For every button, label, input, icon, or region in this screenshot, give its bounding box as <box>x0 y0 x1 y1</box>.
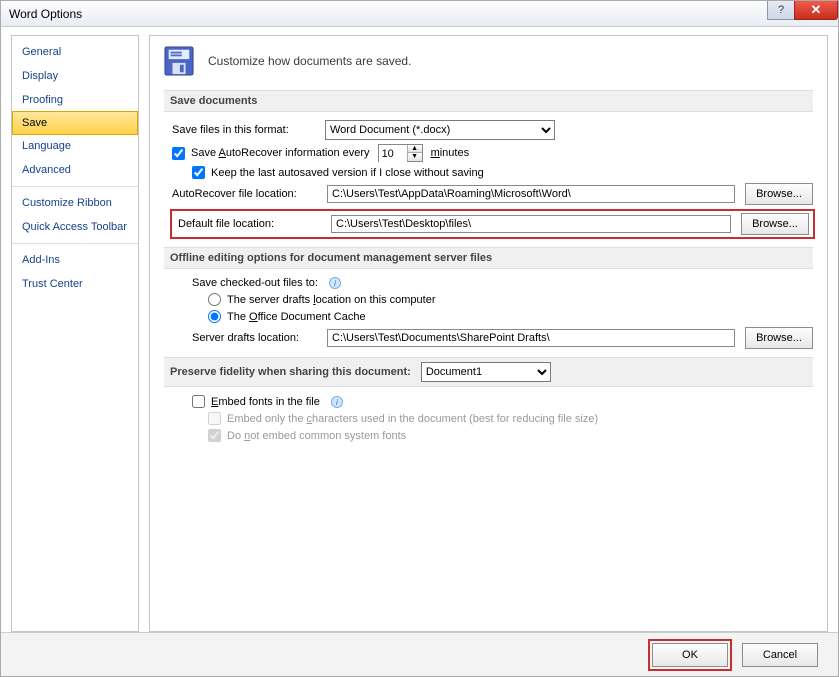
spinner-up-icon[interactable]: ▲ <box>408 145 422 153</box>
embed-only-chars-checkbox-input <box>208 412 221 425</box>
server-drafts-radio-input[interactable] <box>208 293 221 306</box>
row-radio-server-drafts: The server drafts location on this compu… <box>164 293 813 306</box>
server-drafts-location-input[interactable] <box>327 329 735 347</box>
embed-only-chars-label: Embed only the characters used in the do… <box>227 413 598 425</box>
titlebar: Word Options ? ✕ <box>1 1 838 27</box>
server-drafts-radio-label: The server drafts location on this compu… <box>227 294 436 306</box>
default-location-input[interactable] <box>331 215 731 233</box>
sidebar-item-display[interactable]: Display <box>12 64 138 88</box>
main-panel: Customize how documents are saved. Save … <box>149 35 828 632</box>
sidebar: General Display Proofing Save Language A… <box>11 35 139 632</box>
row-save-format: Save files in this format: Word Document… <box>164 120 813 140</box>
sidebar-separator <box>12 186 138 187</box>
checked-out-label: Save checked-out files to: <box>192 277 318 289</box>
embed-only-chars-checkbox: Embed only the characters used in the do… <box>208 412 598 425</box>
panel-header: Customize how documents are saved. <box>164 46 813 76</box>
row-embed-fonts: Embed fonts in the file i <box>164 395 813 408</box>
server-drafts-browse-button[interactable]: Browse... <box>745 327 813 349</box>
keep-last-label: Keep the last autosaved version if I clo… <box>211 167 484 179</box>
row-keep-last: Keep the last autosaved version if I clo… <box>164 166 813 179</box>
default-location-label: Default file location: <box>176 218 321 230</box>
sidebar-item-customize-ribbon[interactable]: Customize Ribbon <box>12 191 138 215</box>
save-icon <box>164 46 194 76</box>
row-no-common-fonts: Do not embed common system fonts <box>164 429 813 442</box>
autorecover-label: Save AutoRecover information every <box>191 147 370 159</box>
embed-fonts-checkbox-input[interactable] <box>192 395 205 408</box>
section-save-documents: Save documents <box>164 90 813 112</box>
sidebar-item-language[interactable]: Language <box>12 134 138 158</box>
row-radio-office-cache: The Office Document Cache <box>164 310 813 323</box>
info-icon[interactable]: i <box>331 396 343 408</box>
office-cache-radio-label: The Office Document Cache <box>227 311 366 323</box>
no-common-fonts-checkbox: Do not embed common system fonts <box>208 429 406 442</box>
keep-last-checkbox-input[interactable] <box>192 166 205 179</box>
section-preserve-fidelity: Preserve fidelity when sharing this docu… <box>164 357 813 387</box>
autorecover-minutes-input[interactable] <box>379 145 407 163</box>
autorecover-checkbox[interactable]: Save AutoRecover information every <box>172 147 370 160</box>
default-location-browse-button[interactable]: Browse... <box>741 213 809 235</box>
embed-fonts-checkbox[interactable]: Embed fonts in the file <box>192 395 320 408</box>
server-drafts-location-label: Server drafts location: <box>192 332 317 344</box>
autorecover-browse-button[interactable]: Browse... <box>745 183 813 205</box>
spinner-down-icon[interactable]: ▼ <box>408 153 422 161</box>
sidebar-item-save[interactable]: Save <box>12 111 138 135</box>
sidebar-item-advanced[interactable]: Advanced <box>12 158 138 182</box>
sidebar-item-proofing[interactable]: Proofing <box>12 88 138 112</box>
autorecover-minutes-spinner[interactable]: ▲ ▼ <box>378 144 423 162</box>
sidebar-item-add-ins[interactable]: Add-Ins <box>12 248 138 272</box>
help-button[interactable]: ? <box>767 1 795 20</box>
cancel-button[interactable]: Cancel <box>742 643 818 667</box>
row-embed-only-chars: Embed only the characters used in the do… <box>164 412 813 425</box>
keep-last-checkbox[interactable]: Keep the last autosaved version if I clo… <box>192 166 484 179</box>
no-common-fonts-label: Do not embed common system fonts <box>227 430 406 442</box>
dialog-footer: OK Cancel <box>1 632 838 676</box>
window-title: Word Options <box>9 7 82 21</box>
row-checked-out-label: Save checked-out files to: i <box>164 277 813 289</box>
row-autorecover-location: AutoRecover file location: Browse... <box>164 183 813 205</box>
save-format-label: Save files in this format: <box>172 124 317 136</box>
autorecover-checkbox-input[interactable] <box>172 147 185 160</box>
sidebar-item-quick-access-toolbar[interactable]: Quick Access Toolbar <box>12 215 138 239</box>
row-server-drafts-location: Server drafts location: Browse... <box>164 327 813 349</box>
embed-fonts-label: Embed fonts in the file <box>211 396 320 408</box>
sidebar-item-trust-center[interactable]: Trust Center <box>12 272 138 296</box>
save-format-select[interactable]: Word Document (*.docx) <box>325 120 555 140</box>
close-button[interactable]: ✕ <box>794 1 838 20</box>
window-buttons: ? ✕ <box>768 1 838 20</box>
autorecover-location-label: AutoRecover file location: <box>172 188 317 200</box>
office-cache-radio[interactable]: The Office Document Cache <box>208 310 366 323</box>
sidebar-separator <box>12 243 138 244</box>
content-area: General Display Proofing Save Language A… <box>1 27 838 632</box>
fidelity-document-select[interactable]: Document1 <box>421 362 551 382</box>
ok-button-highlight: OK <box>648 639 732 671</box>
row-autorecover: Save AutoRecover information every ▲ ▼ m… <box>164 144 813 162</box>
panel-heading-text: Customize how documents are saved. <box>208 54 411 68</box>
ok-button[interactable]: OK <box>652 643 728 667</box>
minutes-label: minutes <box>431 147 470 159</box>
row-default-file-location-highlight: Default file location: Browse... <box>170 209 815 239</box>
sidebar-item-general[interactable]: General <box>12 40 138 64</box>
server-drafts-radio[interactable]: The server drafts location on this compu… <box>208 293 436 306</box>
info-icon[interactable]: i <box>329 277 341 289</box>
preserve-fidelity-label: Preserve fidelity when sharing this docu… <box>170 366 411 378</box>
no-common-fonts-checkbox-input <box>208 429 221 442</box>
autorecover-location-input[interactable] <box>327 185 735 203</box>
office-cache-radio-input[interactable] <box>208 310 221 323</box>
section-offline-editing: Offline editing options for document man… <box>164 247 813 269</box>
